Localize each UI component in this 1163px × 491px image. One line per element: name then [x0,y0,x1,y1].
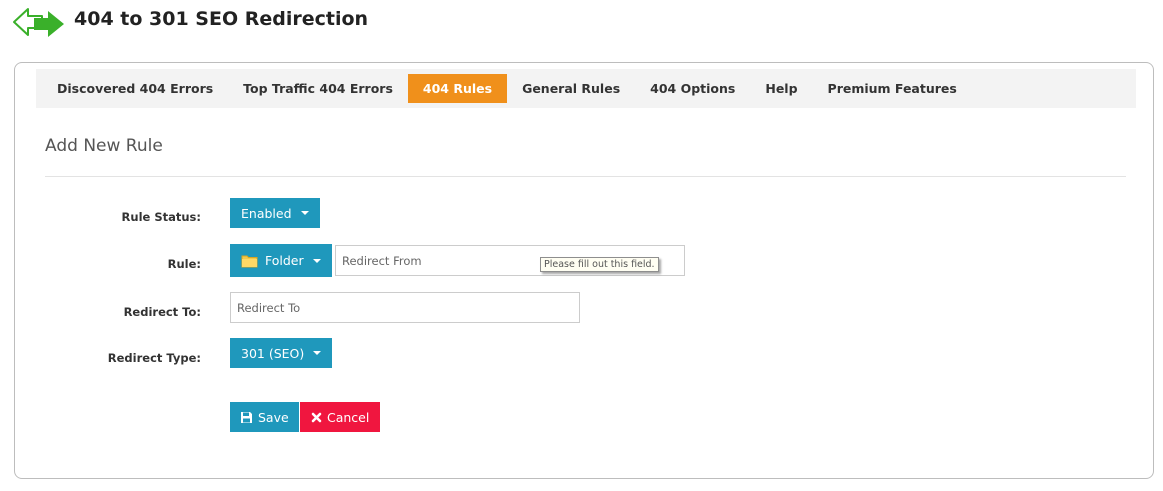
rule-status-dropdown[interactable]: Enabled [230,198,320,228]
tab-top-traffic-404-errors[interactable]: Top Traffic 404 Errors [228,74,408,103]
close-icon [311,412,322,423]
save-button[interactable]: Save [230,402,299,432]
validation-tooltip: Please fill out this field. [540,257,659,272]
tab-discovered-404-errors[interactable]: Discovered 404 Errors [42,74,228,103]
cancel-label: Cancel [327,409,370,425]
rule-type-value: Folder [265,253,304,268]
floppy-disk-icon [240,411,253,424]
tab-general-rules[interactable]: General Rules [507,74,635,103]
tab-help[interactable]: Help [750,74,812,103]
tab-premium-features[interactable]: Premium Features [813,74,972,103]
redirect-to-input[interactable] [230,292,580,323]
save-label: Save [258,409,289,425]
redirect-type-dropdown[interactable]: 301 (SEO) [230,338,333,368]
tab-bar: Discovered 404 Errors Top Traffic 404 Er… [36,69,1136,108]
folder-icon [241,254,258,268]
cancel-button[interactable]: Cancel [300,402,381,432]
page-title: 404 to 301 SEO Redirection [74,8,369,30]
tab-404-rules[interactable]: 404 Rules [407,74,508,103]
rule-type-dropdown[interactable]: Folder [230,244,332,277]
double-arrow-icon [13,8,64,37]
caret-down-icon [300,211,309,215]
rule-status-label: Rule Status: [121,210,201,224]
redirect-to-label: Redirect To: [123,305,201,319]
caret-down-icon [313,351,322,355]
rule-status-value: Enabled [241,205,292,221]
divider [45,176,1126,177]
redirect-type-label: Redirect Type: [107,351,201,365]
redirect-type-value: 301 (SEO) [241,345,305,361]
section-title: Add New Rule [45,136,163,156]
tab-404-options[interactable]: 404 Options [635,74,750,103]
caret-down-icon [312,258,321,263]
rule-label: Rule: [167,257,201,271]
